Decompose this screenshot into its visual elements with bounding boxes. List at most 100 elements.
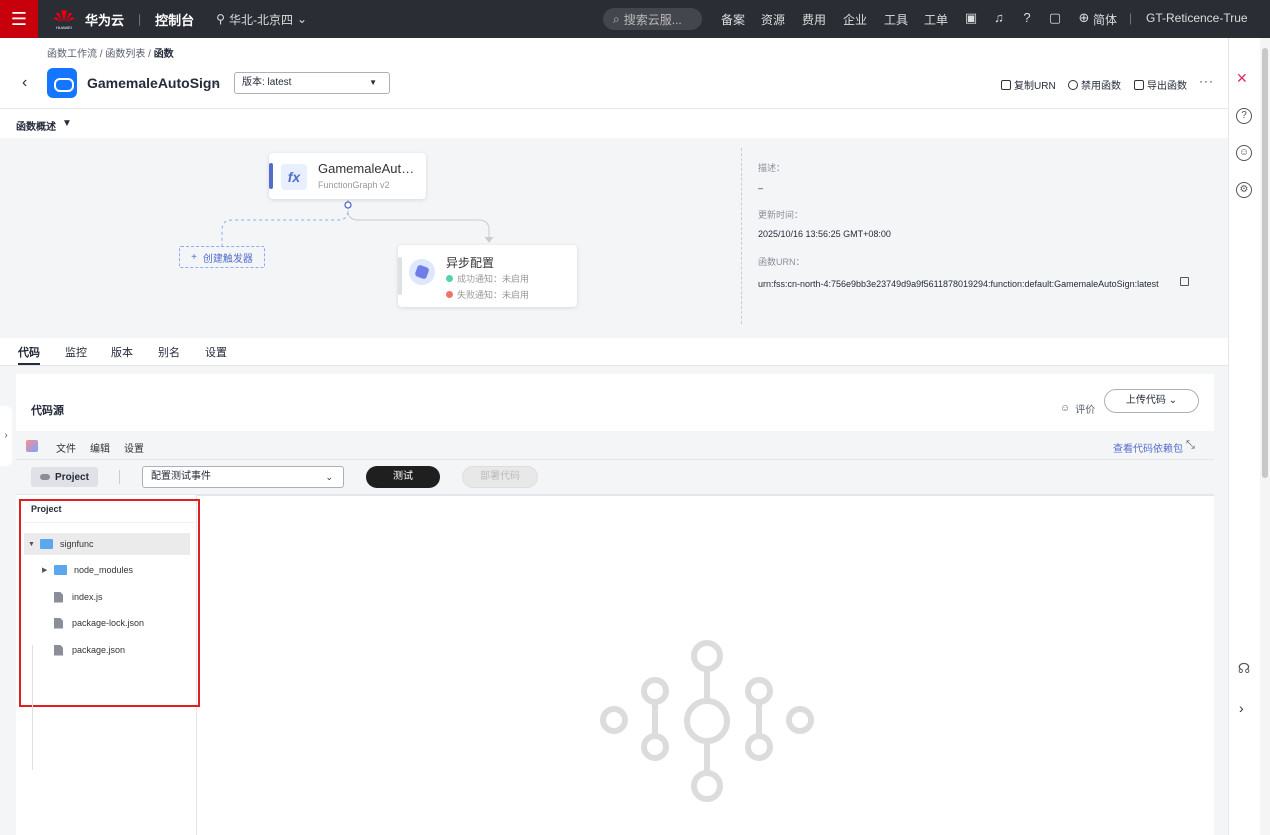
cloud-icon bbox=[40, 474, 51, 480]
overview-toggle[interactable]: 函数概述 bbox=[16, 118, 56, 133]
tree-file-package-lock[interactable]: package-lock.json bbox=[24, 612, 190, 634]
function-app-icon bbox=[47, 68, 77, 98]
feedback-icon[interactable]: ▢ bbox=[1047, 10, 1063, 26]
smile-icon[interactable]: ☺ bbox=[1236, 145, 1252, 161]
active-tab-indicator bbox=[18, 363, 40, 365]
region-selector[interactable]: ⚲ 华北-北京四 ⌄ bbox=[216, 11, 307, 28]
disable-function-button[interactable]: 禁用函数 bbox=[1068, 77, 1121, 92]
nav-enterprise[interactable]: 企业 bbox=[843, 11, 867, 28]
menu-settings[interactable]: 设置 bbox=[124, 440, 144, 455]
nav-resources[interactable]: 资源 bbox=[761, 11, 785, 28]
chevron-down-icon: ⌄ bbox=[325, 472, 333, 482]
test-event-select[interactable]: 配置测试事件 ⌄ bbox=[142, 466, 344, 488]
globe-icon[interactable]: ⊕ bbox=[1076, 10, 1092, 26]
help-icon[interactable]: ? bbox=[1019, 10, 1035, 26]
huawei-logo[interactable]: HUAWEI 华为云 bbox=[52, 8, 124, 30]
tab-settings[interactable]: 设置 bbox=[205, 344, 227, 360]
caret-right-icon: ▶ bbox=[42, 567, 48, 574]
language-selector[interactable]: 简体 bbox=[1093, 11, 1117, 28]
search-placeholder: 搜索云服... bbox=[623, 12, 682, 27]
back-arrow-icon[interactable]: ‹ bbox=[22, 74, 27, 92]
collapse-chevron-icon[interactable]: › bbox=[1239, 700, 1244, 716]
deploy-code-button[interactable]: 部署代码 bbox=[462, 466, 538, 488]
chevron-down-icon[interactable]: ⌄ bbox=[212, 75, 221, 88]
nav-tickets[interactable]: 工单 bbox=[924, 11, 948, 28]
tab-monitoring[interactable]: 监控 bbox=[65, 344, 87, 360]
description-value: – bbox=[758, 183, 764, 193]
menu-edit[interactable]: 编辑 bbox=[90, 440, 110, 455]
caret-down-icon: ▼ bbox=[369, 78, 377, 87]
terminal-icon[interactable]: ▣ bbox=[963, 10, 979, 26]
search-input[interactable]: ⌕ 搜索云服... bbox=[603, 8, 702, 30]
disable-icon bbox=[1068, 79, 1078, 90]
tree-folder-signfunc[interactable]: ▼ signfunc bbox=[24, 533, 190, 555]
functiongraph-icon: fx bbox=[281, 164, 307, 190]
success-notice: 成功通知：未启用 bbox=[446, 272, 529, 285]
rate-label: 评价 bbox=[1075, 405, 1096, 416]
project-button[interactable]: Project bbox=[31, 467, 98, 487]
code-area: › 代码源 ☺ 评价 上传代码 ⌄ 文件 编辑 设置 查看代码依赖包 ⤡ Pro… bbox=[0, 366, 1228, 835]
caret-down-icon[interactable]: ▼ bbox=[62, 118, 72, 129]
nav-tools[interactable]: 工具 bbox=[884, 11, 908, 28]
updated-time-value: 2025/10/16 13:56:25 GMT+08:00 bbox=[758, 229, 891, 239]
nav-billing[interactable]: 费用 bbox=[802, 11, 826, 28]
right-side-rail: ✕ ? ☺ ⚙ ☊ › bbox=[1228, 38, 1260, 835]
nav-filing[interactable]: 备案 bbox=[721, 11, 745, 28]
export-icon bbox=[1134, 79, 1144, 90]
upload-code-label: 上传代码 bbox=[1125, 395, 1166, 406]
tab-aliases[interactable]: 别名 bbox=[158, 344, 180, 360]
test-button[interactable]: 测试 bbox=[366, 466, 440, 488]
help-circle-icon[interactable]: ? bbox=[1236, 108, 1252, 124]
function-node-card[interactable]: fx GamemaleAutoSign FunctionGraph v2 bbox=[269, 153, 426, 199]
rate-button[interactable]: ☺ 评价 bbox=[1060, 401, 1095, 416]
view-dependencies-link[interactable]: 查看代码依赖包 bbox=[1113, 440, 1183, 455]
tree-file-index-js[interactable]: index.js bbox=[24, 586, 190, 608]
copy-urn-button[interactable]: 复制URN bbox=[1001, 77, 1056, 92]
side-expand-chevron-icon[interactable]: › bbox=[0, 406, 12, 466]
settings-gear-icon[interactable]: ⚙ bbox=[1236, 182, 1252, 198]
brand-name: 华为云 bbox=[85, 12, 125, 28]
export-function-button[interactable]: 导出函数 bbox=[1134, 77, 1187, 92]
upload-code-button[interactable]: 上传代码 ⌄ bbox=[1104, 389, 1199, 413]
console-link[interactable]: 控制台 bbox=[155, 10, 194, 29]
breadcrumb-item[interactable]: 函数列表 bbox=[105, 49, 145, 60]
copy-icon[interactable] bbox=[1180, 277, 1189, 286]
location-icon: ⚲ bbox=[216, 12, 225, 26]
breadcrumb-item[interactable]: 函数工作流 bbox=[47, 49, 97, 60]
ide-logo-icon bbox=[26, 440, 38, 452]
function-node-subtitle: FunctionGraph v2 bbox=[318, 180, 390, 190]
copy-icon bbox=[1001, 79, 1011, 90]
menu-file[interactable]: 文件 bbox=[56, 440, 76, 455]
tab-code[interactable]: 代码 bbox=[18, 344, 40, 360]
user-menu[interactable]: GT-Reticence-True bbox=[1146, 11, 1248, 25]
updated-time-label: 更新时间： bbox=[758, 210, 804, 220]
divider bbox=[24, 522, 194, 523]
node-accent-bar bbox=[398, 257, 402, 295]
tree-folder-node-modules[interactable]: ▶ node_modules bbox=[24, 559, 190, 581]
scrollbar-thumb[interactable] bbox=[1262, 48, 1268, 478]
headset-icon[interactable]: ☊ bbox=[1236, 661, 1252, 678]
version-label: 版本: latest bbox=[242, 77, 292, 88]
function-title: GamemaleAutoSign bbox=[87, 75, 221, 91]
more-options-icon[interactable]: ··· bbox=[1199, 74, 1214, 88]
page-scrollbar[interactable] bbox=[1260, 38, 1270, 835]
tree-file-package-json[interactable]: package.json bbox=[24, 639, 190, 661]
chevron-down-icon: ⌄ bbox=[1168, 395, 1178, 406]
version-select[interactable]: 版本: latest ▼ bbox=[234, 72, 390, 94]
project-explorer: Project ▼ signfunc ▶ node_modules index.… bbox=[16, 495, 200, 835]
chevron-down-icon: ⌄ bbox=[296, 12, 308, 26]
bell-icon[interactable]: ♫ bbox=[991, 10, 1007, 26]
ai-assistant-icon[interactable]: ✕ bbox=[1236, 70, 1248, 87]
create-trigger-button[interactable]: + 创建触发器 bbox=[179, 246, 265, 268]
async-config-card[interactable]: 异步配置 成功通知：未启用 失败通知：未启用 bbox=[398, 245, 577, 307]
tab-versions[interactable]: 版本 bbox=[111, 344, 133, 360]
hamburger-menu-icon[interactable]: ☰ bbox=[0, 0, 38, 38]
failure-notice: 失败通知：未启用 bbox=[446, 288, 529, 301]
function-node-title: GamemaleAutoSign bbox=[318, 161, 420, 176]
fullscreen-icon[interactable]: ⤡ bbox=[1186, 439, 1195, 452]
file-icon bbox=[54, 644, 63, 656]
overview-divider bbox=[741, 148, 742, 324]
description-label: 描述： bbox=[758, 163, 786, 173]
caret-down-icon: ▼ bbox=[28, 540, 35, 548]
disable-label: 禁用函数 bbox=[1081, 81, 1121, 92]
